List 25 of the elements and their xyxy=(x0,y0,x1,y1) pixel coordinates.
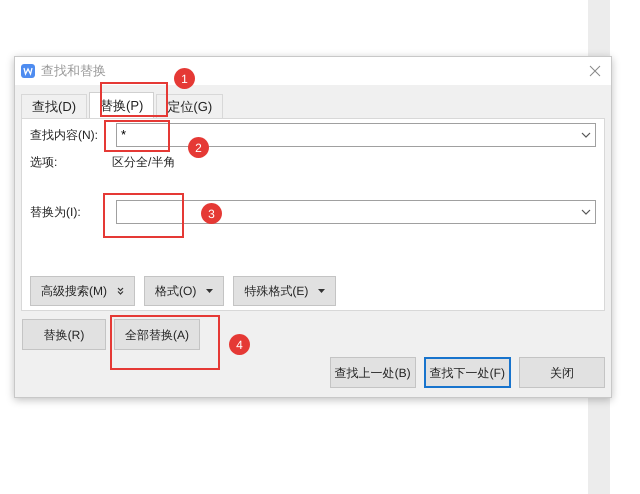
format-button[interactable]: 格式(O) xyxy=(144,276,224,306)
highlight-frame xyxy=(100,82,168,117)
format-button[interactable]: 高级搜索(M) xyxy=(30,276,135,306)
replace-field[interactable] xyxy=(116,200,596,224)
replace-button[interactable]: 替换(R) xyxy=(22,319,106,350)
options-value: 区分全/半角 xyxy=(112,154,176,171)
options-label: 选项: xyxy=(30,154,58,171)
dialog-button[interactable]: 关闭 xyxy=(519,357,605,388)
caret-down-icon xyxy=(318,289,326,293)
replace-label: 替换为(I): xyxy=(30,204,82,221)
tab[interactable]: 查找(D) xyxy=(21,94,88,118)
chevron-down-icon xyxy=(581,132,591,138)
tab[interactable]: 定位(G) xyxy=(156,94,224,118)
chevron-down-icon xyxy=(581,209,591,215)
close-icon[interactable] xyxy=(589,65,601,77)
highlight-frame xyxy=(104,120,170,152)
dialog-button[interactable]: 查找下一处(F) xyxy=(424,357,511,388)
dialog-button[interactable]: 查找上一处(B) xyxy=(330,357,416,388)
app-logo-icon xyxy=(21,64,35,78)
caret-down-icon xyxy=(206,289,214,293)
double-caret-icon xyxy=(117,287,124,295)
window-title: 查找和替换 xyxy=(41,62,106,80)
replace-button[interactable]: 全部替换(A) xyxy=(114,319,200,350)
find-label: 查找内容(N): xyxy=(30,127,99,144)
format-button[interactable]: 特殊格式(E) xyxy=(233,276,336,306)
